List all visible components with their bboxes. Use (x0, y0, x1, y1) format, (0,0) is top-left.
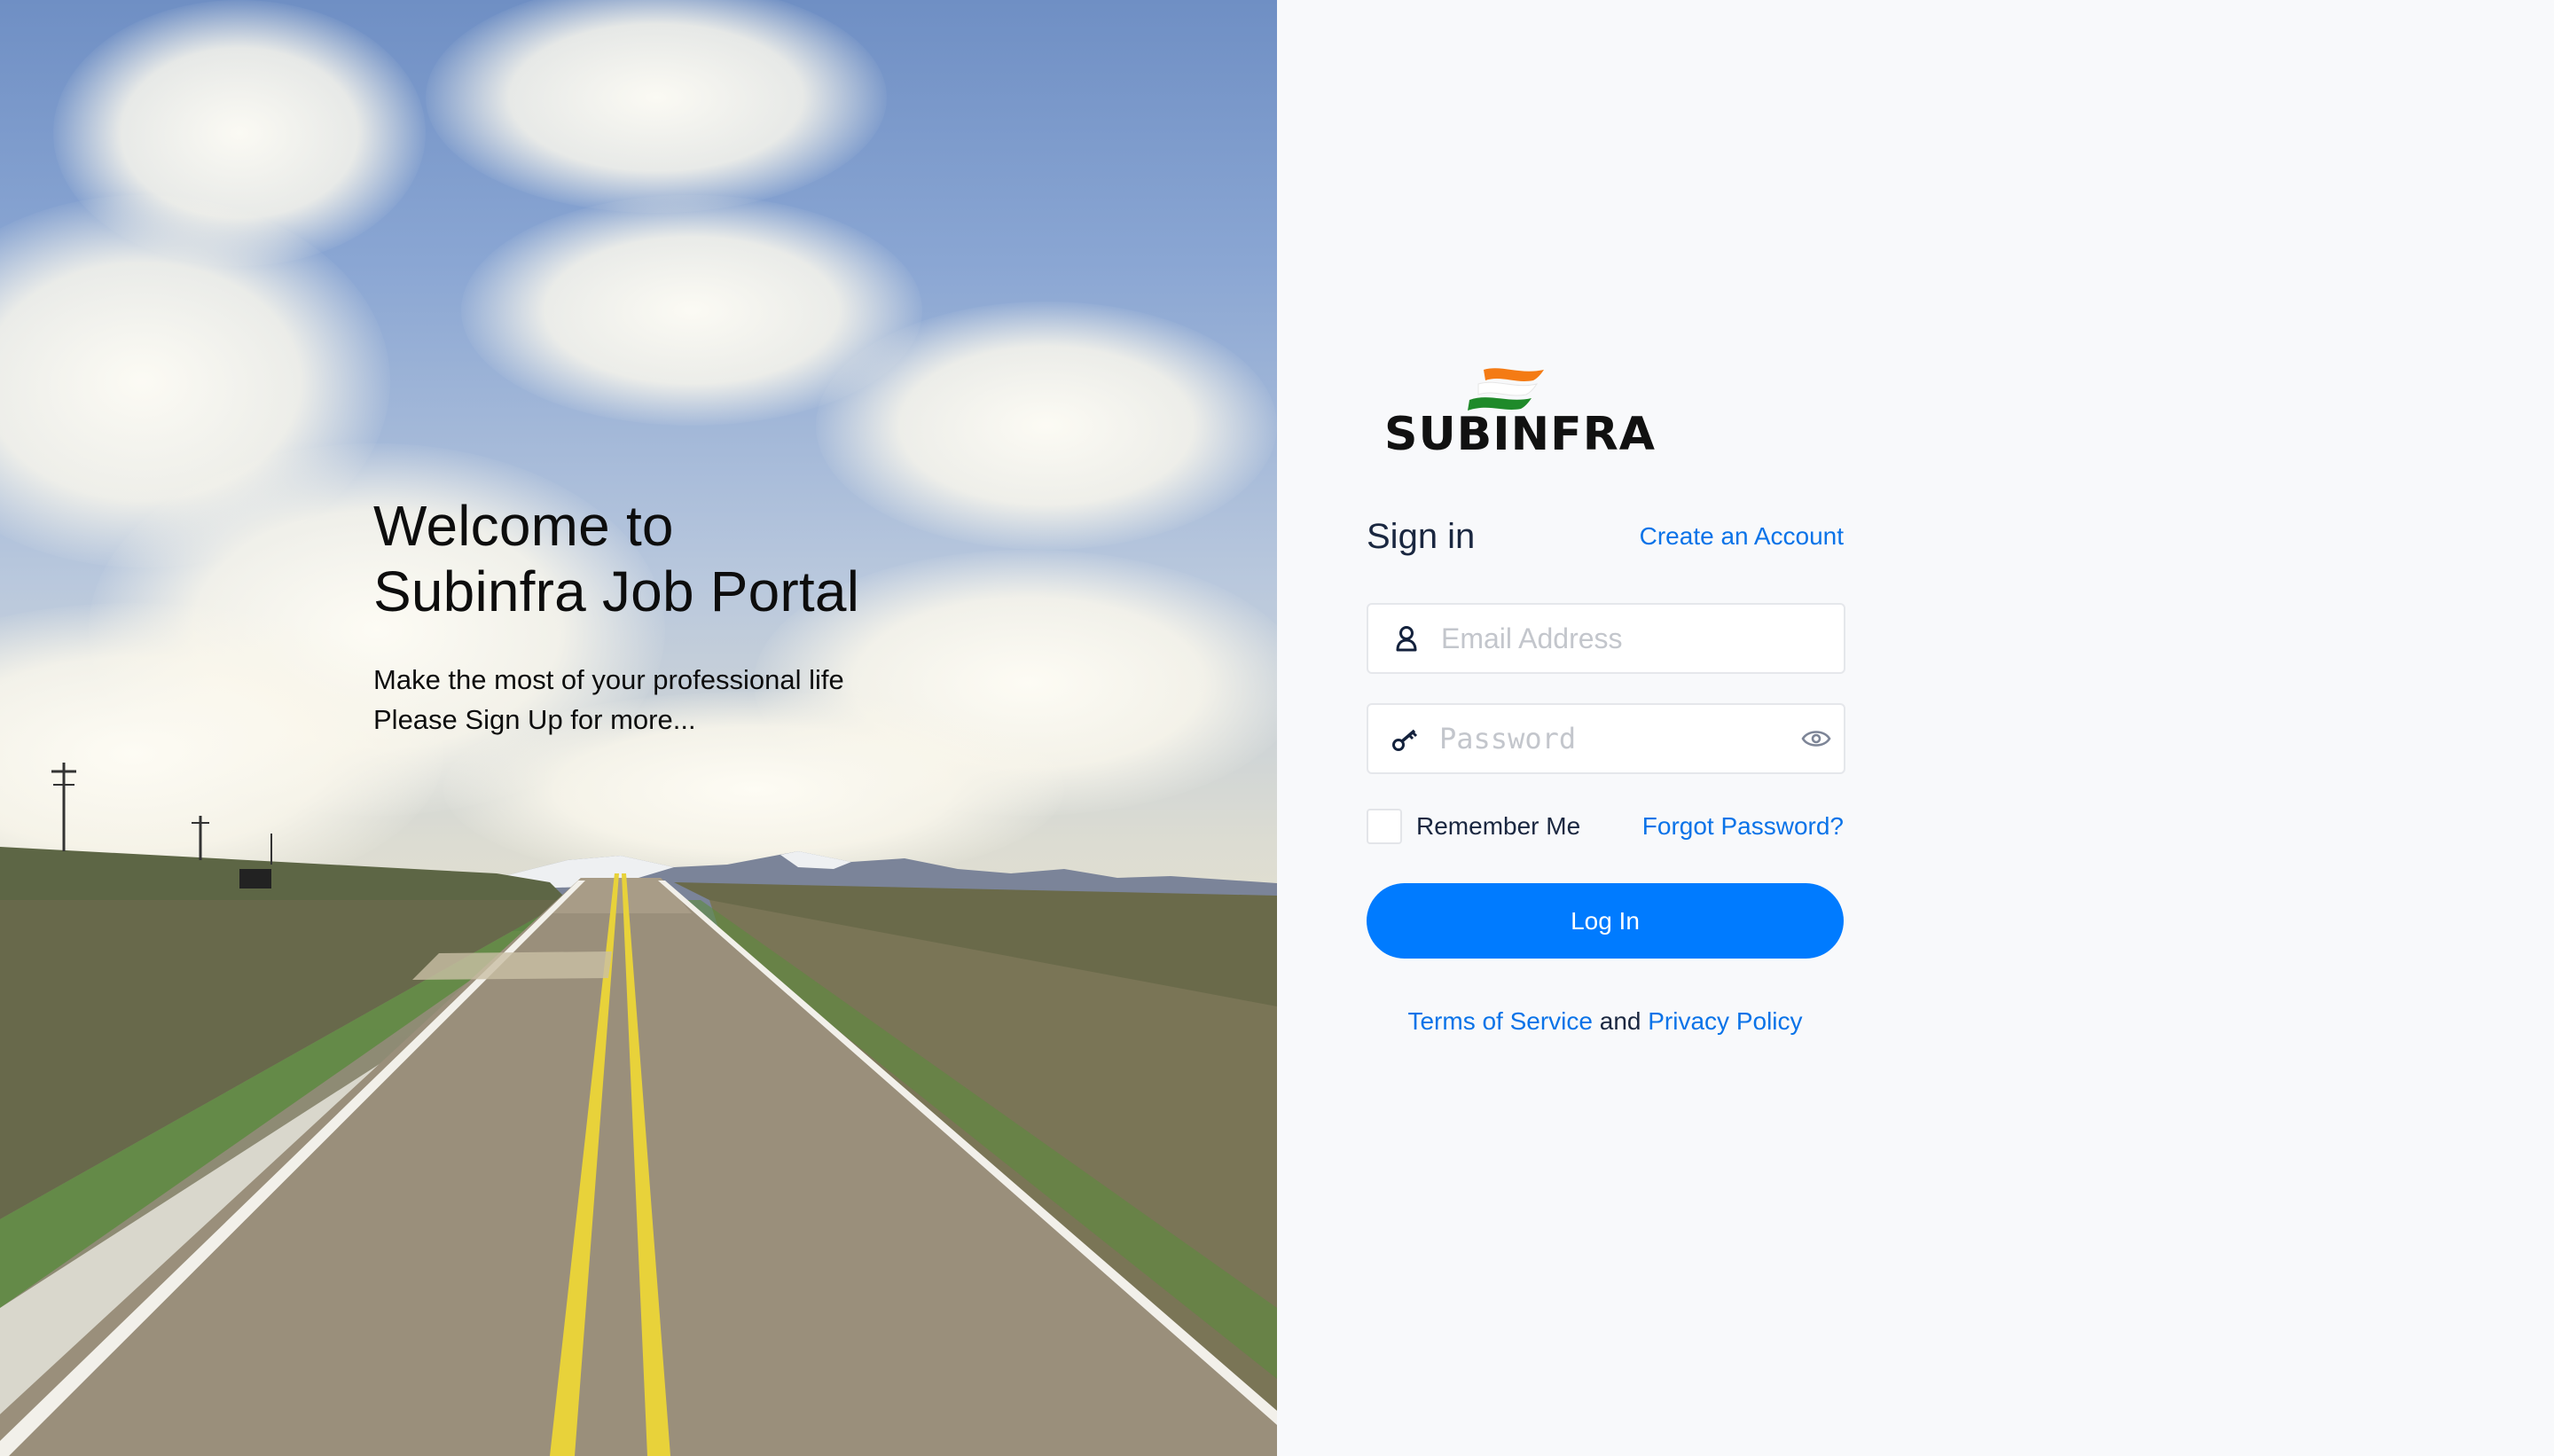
welcome-heading-line2: Subinfra Job Portal (373, 560, 860, 623)
forgot-password-link[interactable]: Forgot Password? (1642, 812, 1844, 841)
brand-logo: SUBINFRA (1384, 359, 1655, 461)
power-poles (51, 763, 272, 888)
form-header: Sign in Create an Account (1367, 514, 1844, 559)
legal-connector: and (1599, 1007, 1641, 1035)
user-icon (1391, 623, 1422, 654)
key-icon (1391, 724, 1420, 754)
options-row: Remember Me Forgot Password? (1367, 807, 1844, 846)
welcome-subtitle-line2: Please Sign Up for more... (373, 704, 696, 735)
welcome-subtitle-line1: Make the most of your professional life (373, 664, 844, 695)
remember-me-label: Remember Me (1416, 812, 1581, 840)
legal-links: Terms of Service and Privacy Policy (1367, 1007, 1844, 1036)
signin-title: Sign in (1367, 516, 1476, 556)
create-account-link[interactable]: Create an Account (1640, 522, 1844, 551)
email-input[interactable] (1441, 612, 1844, 665)
hero-photo-panel: Welcome to Subinfra Job Portal Make the … (0, 0, 1277, 1456)
brand-wordmark: SUBINFRA (1384, 408, 1656, 461)
email-field[interactable] (1367, 603, 1845, 674)
terms-link[interactable]: Terms of Service (1407, 1007, 1593, 1035)
login-button[interactable]: Log In (1367, 883, 1844, 959)
privacy-link[interactable]: Privacy Policy (1648, 1007, 1802, 1035)
welcome-heading-line1: Welcome to (373, 494, 674, 558)
remember-me[interactable]: Remember Me (1367, 809, 1580, 844)
eye-icon[interactable] (1801, 721, 1831, 756)
welcome-subtitle: Make the most of your professional life … (373, 660, 859, 740)
road-landscape (0, 847, 1277, 1456)
flag-icon (1468, 368, 1544, 411)
hero-text: Welcome to Subinfra Job Portal Make the … (373, 493, 859, 740)
password-field[interactable] (1367, 703, 1845, 774)
welcome-heading: Welcome to Subinfra Job Portal (373, 493, 859, 624)
password-input[interactable] (1439, 712, 1801, 765)
remember-me-checkbox[interactable] (1367, 809, 1402, 844)
cloud (426, 0, 887, 213)
cloud (816, 301, 1277, 550)
